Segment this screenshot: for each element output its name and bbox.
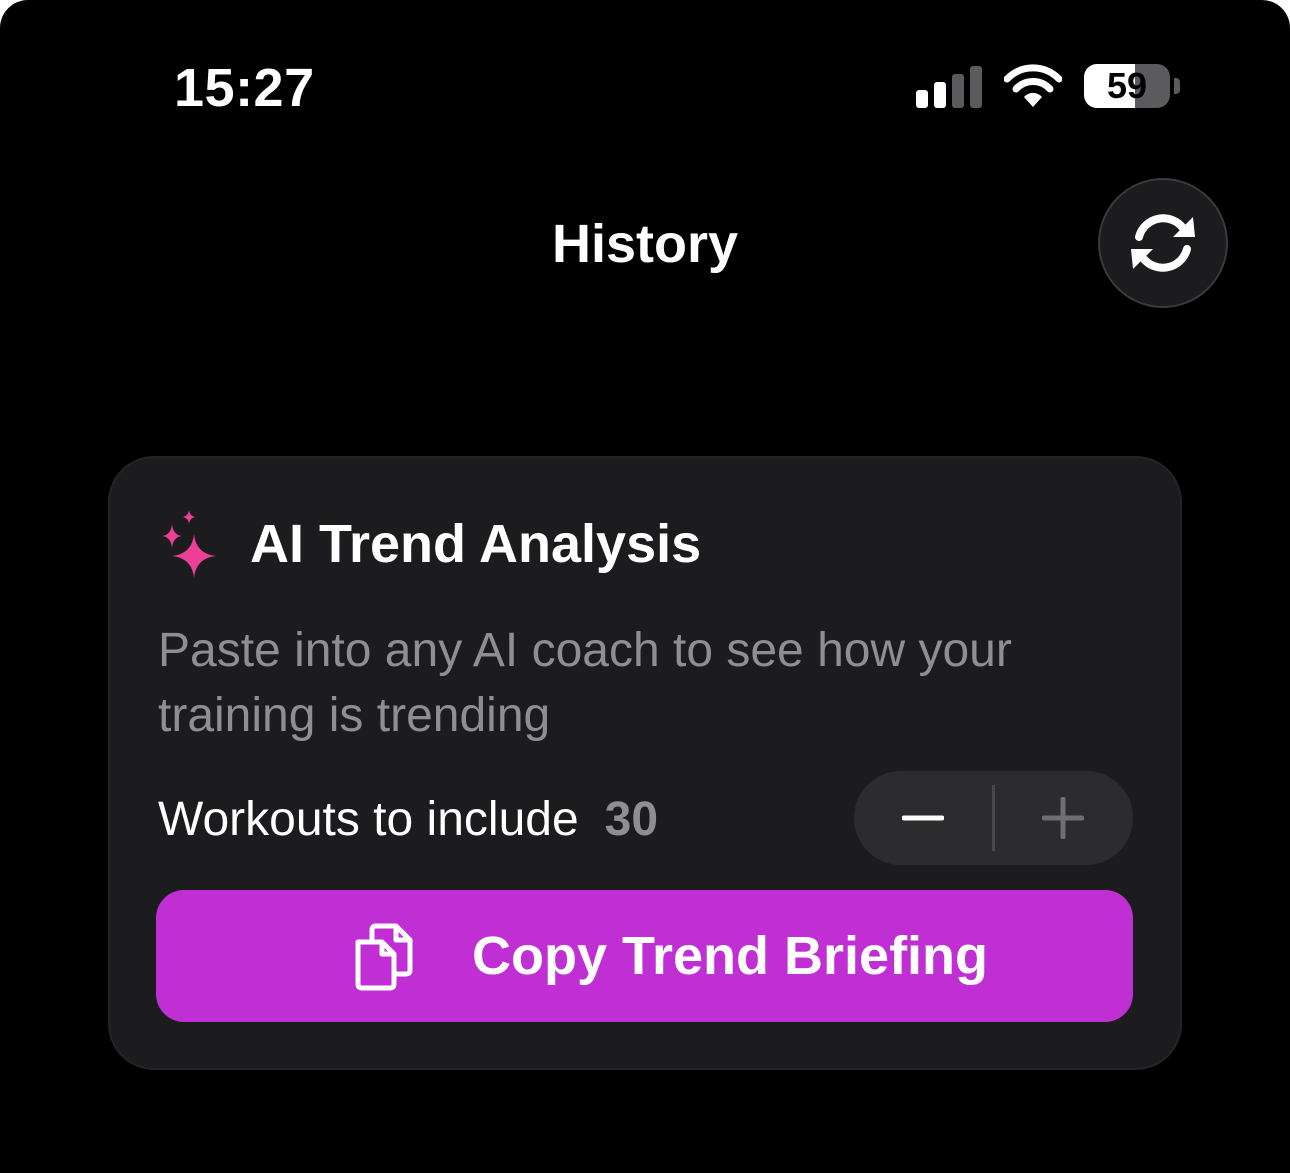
copy-trend-briefing-button[interactable]: Copy Trend Briefing <box>156 890 1133 1022</box>
workouts-count: 30 <box>604 793 659 846</box>
increment-button[interactable] <box>994 771 1133 865</box>
battery-icon: 59 <box>1084 64 1180 108</box>
cellular-signal-icon <box>916 66 982 108</box>
sparkles-icon <box>162 510 216 578</box>
wifi-icon <box>1003 64 1063 108</box>
signal-bar-1 <box>916 90 928 108</box>
battery-body: 59 <box>1084 64 1170 108</box>
status-time: 15:27 <box>174 58 315 118</box>
minus-icon <box>902 815 944 821</box>
copy-button-label: Copy Trend Briefing <box>472 926 989 986</box>
refresh-button[interactable] <box>1098 178 1228 308</box>
refresh-icon <box>1131 214 1195 272</box>
workouts-row: Workouts to include 30 <box>158 788 658 852</box>
signal-bar-3 <box>952 74 964 108</box>
document-copy-icon <box>355 923 413 991</box>
signal-bar-2 <box>934 82 946 108</box>
workouts-label: Workouts to include <box>158 793 579 846</box>
battery-cap <box>1174 78 1180 94</box>
signal-bar-4 <box>970 66 982 108</box>
card-title: AI Trend Analysis <box>250 514 702 574</box>
workouts-stepper[interactable] <box>854 771 1133 865</box>
card-subtitle: Paste into any AI coach to see how your … <box>158 624 1012 742</box>
screen: 15:27 59 History AI Trend Analysis Paste… <box>0 0 1290 1173</box>
plus-icon <box>1042 797 1084 839</box>
decrement-button[interactable] <box>854 771 993 865</box>
page-title: History <box>551 214 739 274</box>
battery-level: 59 <box>1106 65 1148 106</box>
